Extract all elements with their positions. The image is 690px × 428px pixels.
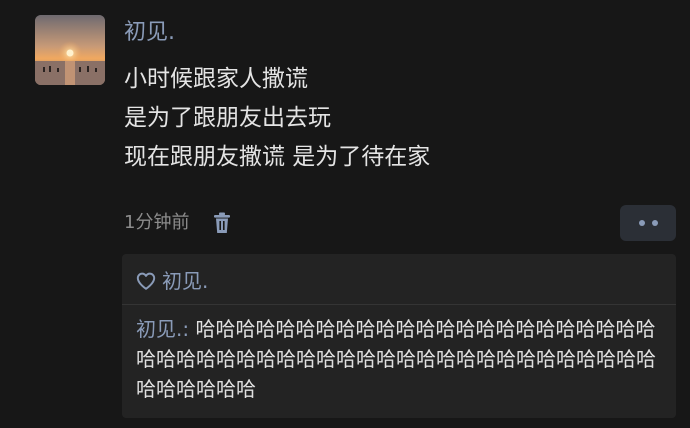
heart-outline-icon (136, 272, 156, 290)
trash-icon (214, 212, 231, 233)
post-username[interactable]: 初见. (124, 18, 175, 48)
more-actions-button[interactable] (620, 205, 676, 241)
comment-item[interactable]: 初见.: 哈哈哈哈哈哈哈哈哈哈哈哈哈哈哈哈哈哈哈哈哈哈哈哈哈哈哈哈哈哈哈哈哈哈哈… (136, 314, 666, 404)
avatar[interactable] (35, 15, 105, 85)
more-dots-icon (638, 220, 645, 226)
post-text-line: 小时候跟家人撒谎 (124, 66, 308, 92)
more-dots-icon (651, 220, 658, 226)
moment-post: 初见. 小时候跟家人撒谎 是为了跟朋友出去玩 现在跟朋友撒谎 是为了待在家 1分… (0, 0, 690, 428)
avatar-sunset-image (35, 15, 105, 85)
post-text: 小时候跟家人撒谎 是为了跟朋友出去玩 现在跟朋友撒谎 是为了待在家 (124, 60, 664, 177)
post-text-line: 现在跟朋友撒谎 是为了待在家 (124, 144, 431, 170)
comment-author[interactable]: 初见. (136, 317, 182, 341)
likes-comments-panel: 初见. 初见.: 哈哈哈哈哈哈哈哈哈哈哈哈哈哈哈哈哈哈哈哈哈哈哈哈哈哈哈哈哈哈哈… (122, 254, 676, 418)
likes-row: 初见. (136, 264, 208, 298)
comment-text: 哈哈哈哈哈哈哈哈哈哈哈哈哈哈哈哈哈哈哈哈哈哈哈哈哈哈哈哈哈哈哈哈哈哈哈哈哈哈哈哈… (136, 317, 656, 401)
comment-separator: : (182, 317, 196, 341)
like-user-name[interactable]: 初见. (162, 264, 208, 298)
post-meta-row: 1分钟前 (124, 207, 233, 239)
divider (122, 304, 676, 305)
post-timestamp: 1分钟前 (124, 212, 190, 233)
delete-button[interactable] (211, 210, 233, 236)
post-text-line: 是为了跟朋友出去玩 (124, 105, 331, 131)
